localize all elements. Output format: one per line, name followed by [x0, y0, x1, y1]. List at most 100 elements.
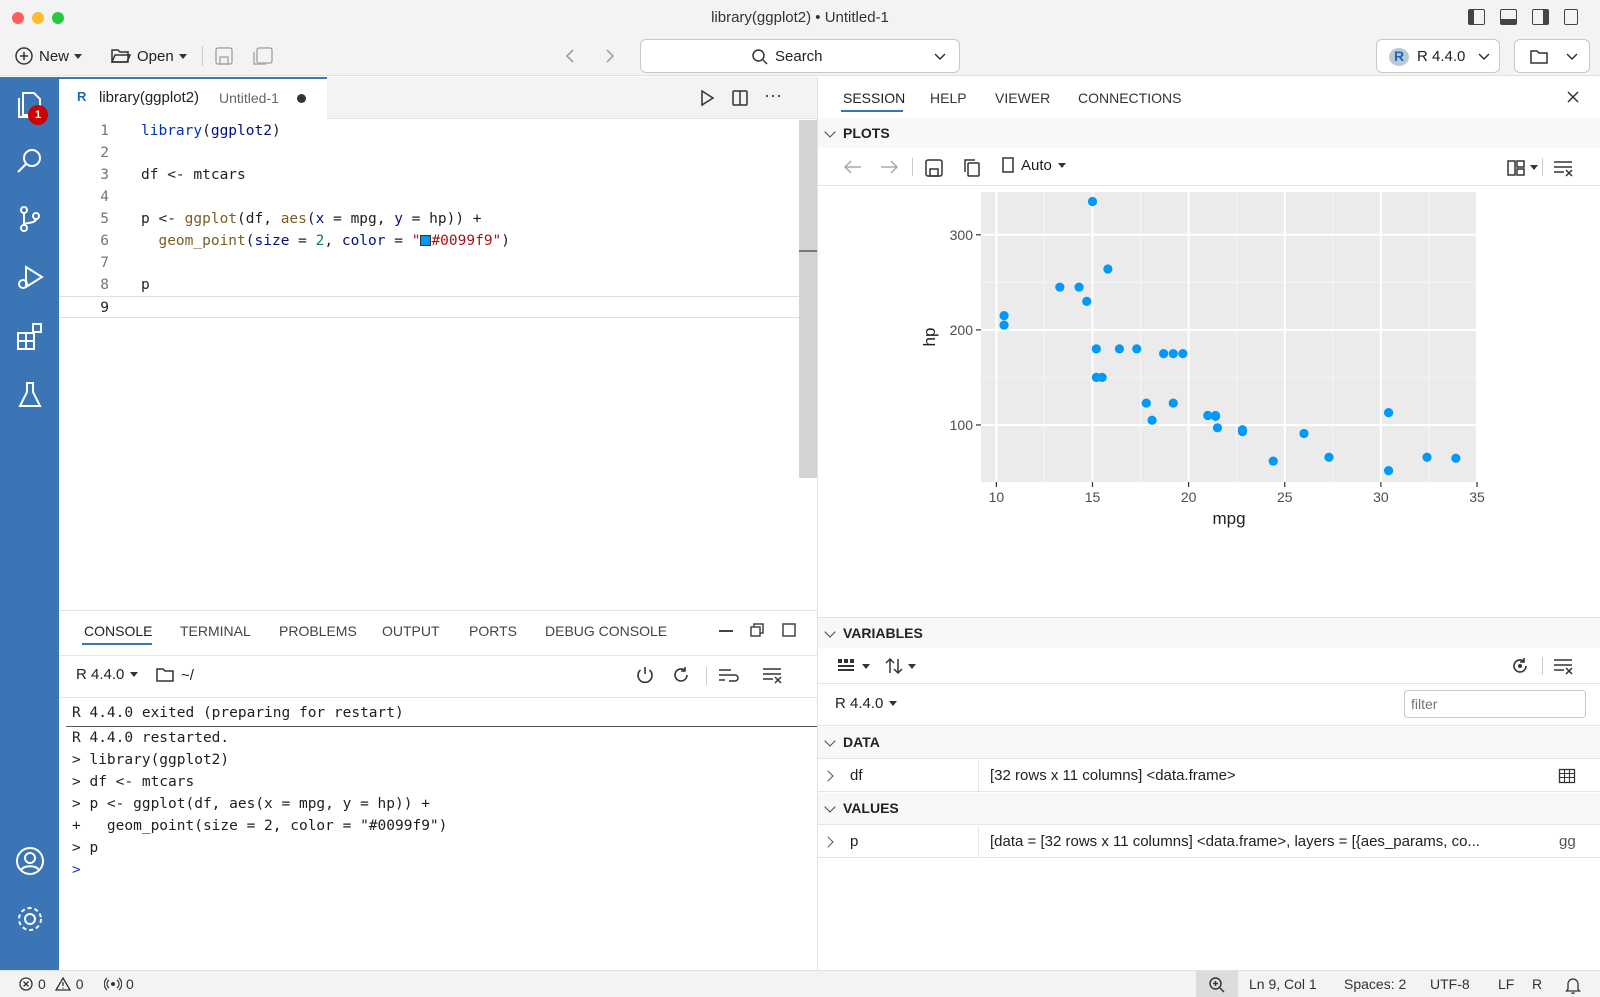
- tab-help[interactable]: HELP: [930, 90, 967, 106]
- data-group-header[interactable]: DATA: [818, 727, 1600, 759]
- refresh-variables-icon[interactable]: [1510, 656, 1530, 676]
- clear-plots-icon[interactable]: [1552, 159, 1574, 177]
- tab-connections[interactable]: CONNECTIONS: [1078, 90, 1181, 106]
- data-point[interactable]: [1055, 282, 1065, 292]
- code-line[interactable]: 6 geom_point(size = 2, color = " #0099f9"…: [59, 230, 817, 252]
- data-point[interactable]: [1451, 453, 1461, 463]
- toggle-sidebar-icon[interactable]: [1468, 9, 1485, 25]
- tab-output[interactable]: OUTPUT: [382, 623, 440, 639]
- variables-r-version-selector[interactable]: R 4.4.0: [835, 695, 898, 712]
- next-plot-icon[interactable]: [878, 158, 900, 176]
- chevron-right-icon[interactable]: [822, 836, 834, 848]
- restart-icon[interactable]: [671, 665, 691, 685]
- power-icon[interactable]: [635, 665, 655, 685]
- data-point[interactable]: [1168, 398, 1178, 408]
- minimize-panel-icon[interactable]: [719, 630, 733, 632]
- new-button[interactable]: New: [14, 44, 83, 68]
- unsaved-dot-icon[interactable]: [297, 94, 306, 103]
- data-point[interactable]: [1091, 344, 1101, 354]
- chevron-right-icon[interactable]: [822, 770, 834, 782]
- data-point[interactable]: [1132, 344, 1142, 354]
- code-line[interactable]: 3 df <- mtcars: [59, 164, 817, 186]
- code-line[interactable]: 7: [59, 252, 817, 274]
- previous-plot-icon[interactable]: [842, 158, 864, 176]
- editor-scrollbar[interactable]: [799, 120, 817, 478]
- word-wrap-icon[interactable]: [717, 665, 739, 685]
- working-directory[interactable]: ~/: [155, 666, 194, 684]
- data-point[interactable]: [1237, 425, 1248, 435]
- tab-terminal[interactable]: TERMINAL: [180, 623, 251, 639]
- forward-arrow-icon[interactable]: [603, 46, 617, 66]
- editor-tab-untitled-1[interactable]: R library(ggplot2) Untitled-1: [59, 77, 327, 119]
- account-icon[interactable]: [14, 845, 46, 877]
- command-center-search[interactable]: Search: [640, 39, 960, 73]
- data-point[interactable]: [1299, 428, 1309, 439]
- gear-icon[interactable]: [14, 903, 46, 935]
- tab-problems[interactable]: PROBLEMS: [279, 623, 357, 639]
- data-point[interactable]: [1091, 372, 1101, 383]
- data-point[interactable]: [1159, 349, 1169, 359]
- data-point[interactable]: [1074, 282, 1084, 292]
- data-point[interactable]: [999, 311, 1009, 321]
- close-icon[interactable]: [1566, 90, 1580, 104]
- run-debug-icon[interactable]: [14, 261, 46, 293]
- ports-indicator[interactable]: 0: [104, 976, 134, 992]
- data-point[interactable]: [1212, 423, 1223, 433]
- data-point[interactable]: [1147, 415, 1157, 425]
- tab-session[interactable]: SESSION: [843, 90, 905, 106]
- problems-indicator[interactable]: 0 0: [18, 976, 84, 992]
- toggle-secondary-sidebar-icon[interactable]: [1532, 9, 1549, 25]
- data-point[interactable]: [1324, 452, 1334, 462]
- data-point[interactable]: [1141, 398, 1151, 408]
- data-point[interactable]: [1383, 407, 1394, 418]
- copy-plot-icon[interactable]: [962, 158, 982, 178]
- open-button[interactable]: Open: [110, 44, 187, 68]
- zoom-indicator[interactable]: [1196, 971, 1238, 997]
- data-point[interactable]: [1268, 456, 1278, 466]
- end-of-line[interactable]: LF: [1498, 976, 1514, 992]
- back-arrow-icon[interactable]: [563, 46, 577, 66]
- save-all-icon[interactable]: [252, 46, 274, 66]
- console-r-version-selector[interactable]: R 4.4.0: [76, 666, 139, 683]
- run-file-icon[interactable]: [699, 89, 715, 107]
- maximize-panel-icon[interactable]: [781, 622, 797, 638]
- encoding[interactable]: UTF-8: [1430, 976, 1470, 992]
- code-line[interactable]: 4: [59, 186, 817, 208]
- language-mode[interactable]: R: [1532, 976, 1542, 992]
- tab-console[interactable]: CONSOLE: [84, 623, 152, 639]
- variable-row-p[interactable]: p [data = [32 rows x 11 columns] <data.f…: [818, 826, 1600, 858]
- variables-filter-input[interactable]: [1404, 690, 1586, 718]
- color-swatch[interactable]: [420, 235, 432, 246]
- values-group-header[interactable]: VALUES: [818, 793, 1600, 825]
- variable-row-df[interactable]: df [32 rows x 11 columns] <data.frame>: [818, 760, 1600, 792]
- save-icon[interactable]: [214, 46, 234, 66]
- more-actions-icon[interactable]: ···: [764, 85, 782, 106]
- tab-ports[interactable]: PORTS: [469, 623, 517, 639]
- code-line[interactable]: 5 p <- ggplot(df, aes(x = mpg, y = hp)) …: [59, 208, 817, 230]
- code-line-current[interactable]: 9: [59, 296, 817, 318]
- code-line[interactable]: 8 p: [59, 274, 817, 296]
- plot-layout-icon[interactable]: [1506, 159, 1526, 177]
- extensions-icon[interactable]: [14, 320, 46, 352]
- source-control-icon[interactable]: [14, 203, 46, 235]
- workspace-folder-selector[interactable]: [1514, 39, 1590, 73]
- r-interpreter-selector[interactable]: R R 4.4.0: [1376, 39, 1500, 73]
- data-point[interactable]: [1178, 349, 1188, 359]
- plot-zoom-selector[interactable]: Auto: [1001, 156, 1066, 174]
- data-point[interactable]: [1103, 264, 1113, 274]
- plots-section-header[interactable]: PLOTS: [818, 118, 1600, 148]
- data-point[interactable]: [1114, 344, 1125, 354]
- clear-variables-icon[interactable]: [1552, 657, 1574, 675]
- toggle-panel-icon[interactable]: [1500, 9, 1517, 25]
- tab-debug-console[interactable]: DEBUG CONSOLE: [545, 623, 667, 639]
- indentation[interactable]: Spaces: 2: [1344, 976, 1406, 992]
- testing-flask-icon[interactable]: [14, 379, 46, 411]
- data-point[interactable]: [1168, 349, 1178, 359]
- restore-panel-icon[interactable]: [749, 622, 765, 638]
- data-point[interactable]: [1087, 196, 1098, 207]
- grouping-icon[interactable]: [836, 657, 856, 675]
- code-line[interactable]: 1 library(ggplot2): [59, 120, 817, 142]
- code-line[interactable]: 2: [59, 142, 817, 164]
- data-point[interactable]: [1383, 465, 1394, 476]
- scatter-plot[interactable]: 10 15 20 25 30 35 100 200 300 mpg hp: [818, 187, 1600, 617]
